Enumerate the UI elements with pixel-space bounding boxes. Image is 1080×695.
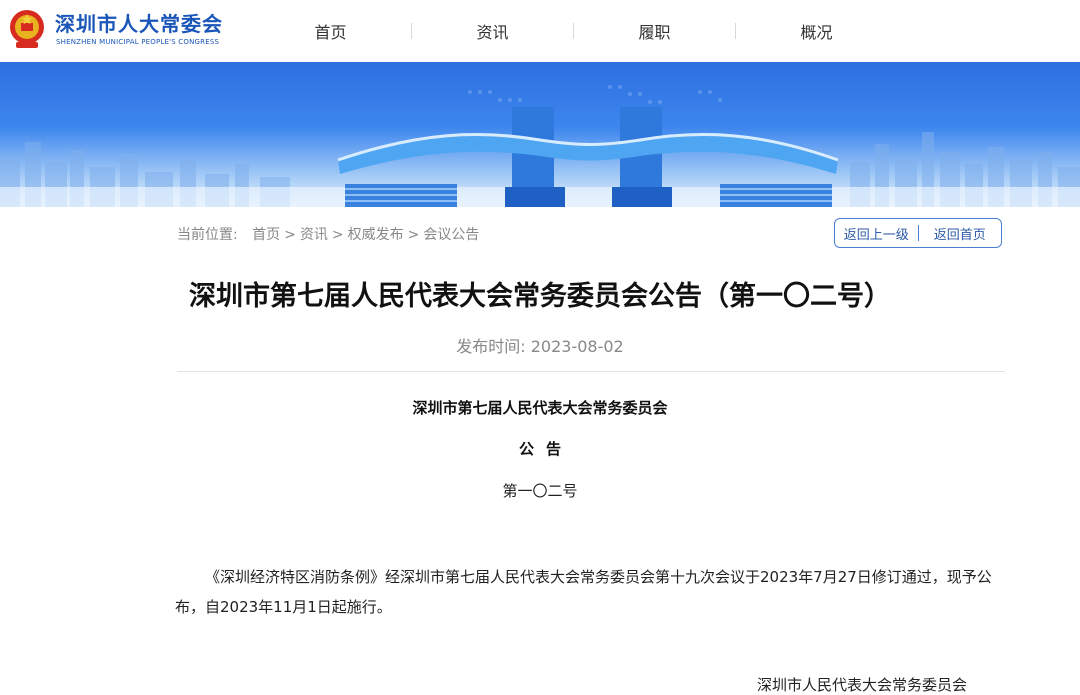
home-button[interactable]: 返回首页	[919, 224, 1002, 243]
navigation-buttons: 返回上一级 返回首页	[834, 218, 1002, 248]
breadcrumb-home[interactable]: 首页	[252, 227, 280, 243]
national-emblem-icon[interactable]	[8, 8, 46, 50]
title-divider	[177, 371, 1005, 372]
breadcrumb-prefix: 当前位置:	[177, 227, 238, 243]
signature: 深圳市人民代表大会常务委员会	[757, 676, 968, 694]
breadcrumb-separator: >	[407, 227, 420, 243]
issuing-organization: 深圳市第七届人民代表大会常务委员会	[412, 399, 668, 417]
notice-heading: 公告	[518, 440, 573, 458]
nav-item-home[interactable]: 首页	[250, 19, 411, 43]
article-body: 《深圳经济特区消防条例》经深圳市第七届人民代表大会常务委员会第十九次会议于202…	[175, 568, 992, 616]
hero-banner	[0, 62, 1080, 207]
breadcrumb-news[interactable]: 资讯	[300, 227, 328, 243]
nav-item-news[interactable]: 资讯	[412, 19, 573, 43]
site-header: 深圳市人大常委会 SHENZHEN MUNICIPAL PEOPLE'S CON…	[0, 0, 1080, 62]
breadcrumb-separator: >	[331, 227, 344, 243]
publish-date: 发布时间: 2023-08-02	[456, 337, 624, 356]
breadcrumb-separator: >	[284, 227, 296, 243]
brand-name[interactable]: 深圳市人大常委会	[55, 8, 223, 37]
nav-item-duties[interactable]: 履职	[574, 19, 735, 43]
banner-artwork	[0, 85, 1080, 207]
brand-name-english: SHENZHEN MUNICIPAL PEOPLE'S CONGRESS	[56, 38, 220, 46]
main-nav: 首页 资讯 履职 概况	[250, 0, 897, 62]
nav-item-overview[interactable]: 概况	[736, 19, 897, 43]
breadcrumb-official-release[interactable]: 权威发布	[348, 227, 404, 243]
article-title: 深圳市第七届人民代表大会常务委员会公告（第一〇二号）	[189, 281, 891, 312]
breadcrumb: 当前位置: 首页 > 资讯 > 权威发布 > 会议公告	[177, 224, 479, 244]
breadcrumb-meeting-notices[interactable]: 会议公告	[423, 227, 479, 243]
back-button[interactable]: 返回上一级	[835, 224, 918, 243]
document-number: 第一〇二号	[502, 482, 578, 500]
